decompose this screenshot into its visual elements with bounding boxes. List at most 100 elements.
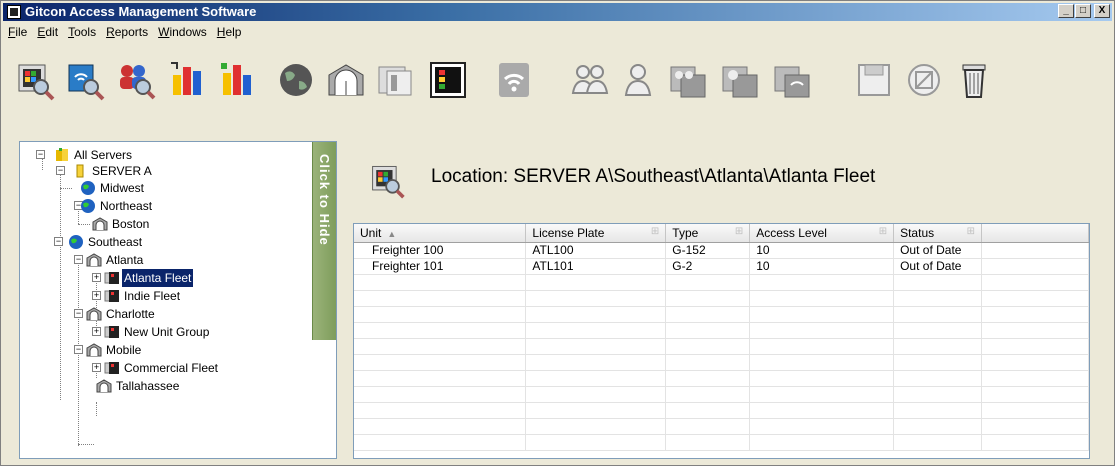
cell-unit[interactable]: Freighter 101: [354, 258, 527, 275]
empty-cell: [525, 418, 667, 435]
empty-cell: [354, 354, 527, 371]
empty-cell: [981, 402, 1089, 419]
find-wireless-unit-button-icon[interactable]: [65, 59, 107, 101]
empty-table-row: [354, 354, 1089, 371]
close-button[interactable]: X: [1094, 4, 1110, 18]
empty-table-row: [354, 402, 1089, 419]
empty-cell: [665, 386, 751, 403]
click-to-hide-tab[interactable]: Click to Hide: [312, 142, 336, 340]
empty-cell: [354, 402, 527, 419]
empty-cell: [525, 402, 667, 419]
empty-cell: [665, 274, 751, 291]
empty-cell: [525, 290, 667, 307]
cell-type[interactable]: G-152: [665, 242, 751, 259]
empty-cell: [981, 386, 1089, 403]
empty-cell: [749, 386, 895, 403]
column-header-license-plate[interactable]: License Plate ⊞: [525, 224, 667, 243]
empty-cell: [525, 386, 667, 403]
collapse-toggle-icon[interactable]: −: [74, 309, 83, 318]
servers-icon: [56, 148, 68, 161]
find-users-button-icon[interactable]: [115, 59, 157, 101]
empty-cell: [665, 370, 751, 387]
access-report-button-icon[interactable]: [217, 59, 259, 101]
empty-cell: [354, 370, 527, 387]
menu-tools[interactable]: Tools: [63, 23, 101, 41]
empty-cell: [525, 274, 667, 291]
expand-toggle-icon[interactable]: +: [92, 273, 101, 282]
user-access-button-icon[interactable]: [719, 59, 761, 101]
expand-toggle-icon[interactable]: +: [92, 327, 101, 336]
maximize-button[interactable]: □: [1075, 4, 1091, 18]
wireless-access-button-icon[interactable]: [771, 59, 813, 101]
cell-unit[interactable]: Freighter 100: [354, 242, 527, 259]
cell-access-level[interactable]: 10: [749, 242, 895, 259]
empty-cell: [354, 290, 527, 307]
menu-file[interactable]: File: [3, 23, 32, 41]
empty-cell: [525, 322, 667, 339]
empty-cell: [893, 386, 983, 403]
empty-cell: [893, 274, 983, 291]
menu-help[interactable]: Help: [212, 23, 247, 41]
cancel-button-icon[interactable]: [903, 59, 945, 101]
menu-edit[interactable]: Edit: [32, 23, 63, 41]
table-row[interactable]: Freighter 101 ATL101 G-2 10 Out of Date: [354, 258, 1089, 275]
add-location-button-icon[interactable]: [325, 59, 367, 101]
window-title: Gitcon Access Management Software: [25, 4, 257, 19]
add-region-button-icon[interactable]: [275, 59, 317, 101]
collapse-toggle-icon[interactable]: −: [36, 150, 45, 159]
tree-connector: [60, 174, 61, 400]
cell-empty: [981, 242, 1089, 259]
cell-type[interactable]: G-2: [665, 258, 751, 275]
server-tree: − All Servers − SERVER A Midwest − North…: [20, 142, 314, 458]
toolbar: [3, 45, 1112, 131]
empty-cell: [981, 338, 1089, 355]
unit-group-icon: [104, 362, 119, 374]
collapse-toggle-icon[interactable]: −: [56, 166, 65, 175]
add-user-button-icon[interactable]: [617, 59, 659, 101]
empty-cell: [749, 322, 895, 339]
column-header-status[interactable]: Status ⊞: [893, 224, 983, 243]
table-row[interactable]: Freighter 100 ATL100 G-152 10 Out of Dat…: [354, 242, 1089, 259]
delete-button-icon[interactable]: [953, 59, 995, 101]
add-user-group-button-icon[interactable]: [569, 59, 611, 101]
wireless-button-icon[interactable]: [493, 59, 535, 101]
tree-connector: [96, 402, 97, 416]
add-unit-button-icon[interactable]: [427, 59, 469, 101]
empty-cell: [981, 322, 1089, 339]
cell-status[interactable]: Out of Date: [893, 242, 983, 259]
column-header-access-level[interactable]: Access Level ⊞: [749, 224, 895, 243]
column-header-type[interactable]: Type ⊞: [665, 224, 751, 243]
empty-cell: [525, 306, 667, 323]
unit-report-button-icon[interactable]: [167, 59, 209, 101]
find-unit-button-icon[interactable]: [15, 59, 57, 101]
save-button-icon[interactable]: [853, 59, 895, 101]
menu-windows[interactable]: Windows: [153, 23, 212, 41]
collapse-toggle-icon[interactable]: −: [74, 255, 83, 264]
empty-cell: [525, 434, 667, 451]
menu-reports[interactable]: Reports: [101, 23, 153, 41]
location-icon: [86, 343, 102, 357]
minimize-button[interactable]: _: [1058, 4, 1074, 18]
cell-license-plate[interactable]: ATL100: [525, 242, 667, 259]
collapse-toggle-icon[interactable]: −: [54, 237, 63, 246]
empty-table-row: [354, 290, 1089, 307]
expand-toggle-icon[interactable]: +: [92, 363, 101, 372]
unit-group-icon: [104, 290, 119, 302]
collapse-toggle-icon[interactable]: −: [74, 345, 83, 354]
empty-cell: [749, 402, 895, 419]
column-header-unit[interactable]: Unit ▲: [354, 224, 527, 243]
cell-license-plate[interactable]: ATL101: [525, 258, 667, 275]
user-group-access-button-icon[interactable]: [667, 59, 709, 101]
cell-access-level[interactable]: 10: [749, 258, 895, 275]
filter-icon[interactable]: ⊞: [879, 226, 887, 237]
empty-table-row: [354, 386, 1089, 403]
filter-icon[interactable]: ⊞: [735, 226, 743, 237]
empty-table-row: [354, 418, 1089, 435]
add-unit-group-button-icon[interactable]: [375, 59, 417, 101]
empty-cell: [354, 386, 527, 403]
filter-icon[interactable]: ⊞: [967, 226, 975, 237]
expand-toggle-icon[interactable]: +: [92, 291, 101, 300]
cell-status[interactable]: Out of Date: [893, 258, 983, 275]
empty-cell: [525, 354, 667, 371]
filter-icon[interactable]: ⊞: [651, 226, 659, 237]
